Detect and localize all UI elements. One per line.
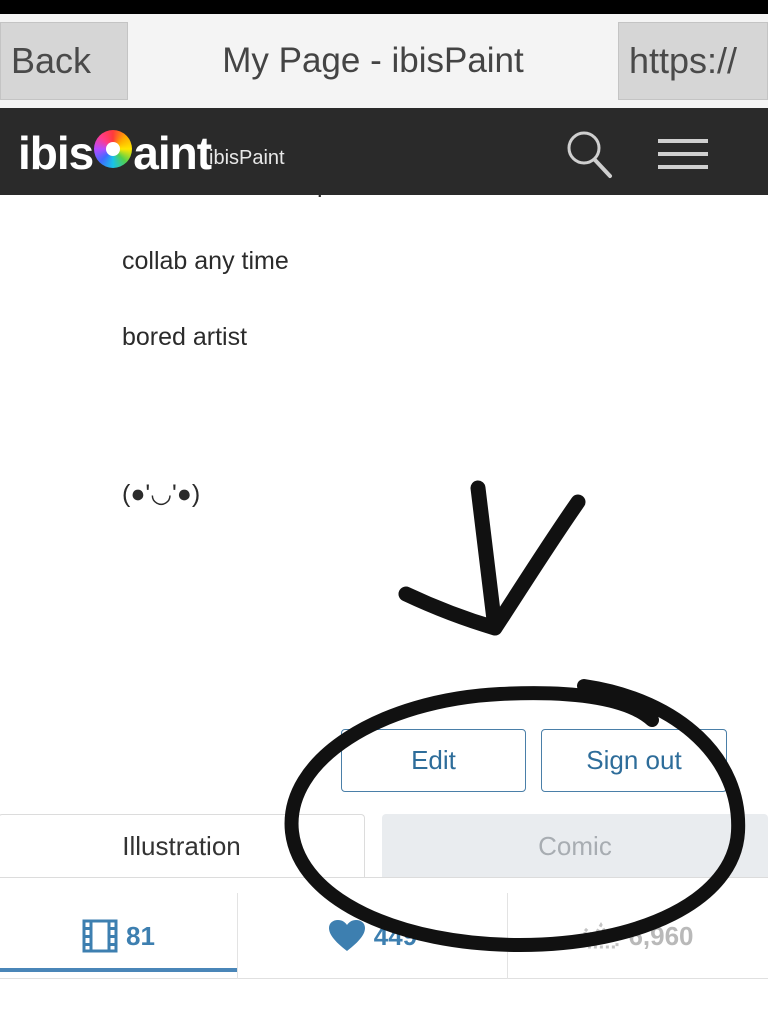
bio-line-face: (●'◡'●) xyxy=(122,480,201,508)
status-bar xyxy=(0,0,768,14)
crown-icon xyxy=(583,922,619,949)
sign-out-button[interactable]: Sign out xyxy=(541,729,727,792)
stat-likes[interactable]: 449 xyxy=(237,893,507,979)
hamburger-menu-icon xyxy=(658,139,708,169)
heart-icon xyxy=(328,920,365,951)
logo-text-right: aint xyxy=(133,127,212,179)
film-icon xyxy=(82,919,118,953)
logo-subtitle: ibisPaint xyxy=(209,147,285,169)
bio-line-bored: bored artist xyxy=(122,323,248,351)
bio-cut-text: ipp xyxy=(317,195,322,204)
tab-illustration[interactable]: Illustration xyxy=(0,814,365,878)
search-icon xyxy=(567,131,612,178)
hand-drawn-arrow xyxy=(398,480,586,636)
menu-button[interactable] xyxy=(656,133,712,175)
tab-comic[interactable]: Comic xyxy=(382,814,768,878)
back-button[interactable]: Back xyxy=(0,22,128,100)
browser-toolbar: Back My Page - ibisPaint https:// xyxy=(0,14,768,108)
likes-count: 449 xyxy=(373,920,418,951)
artworks-count: 81 xyxy=(126,920,155,951)
logo-text-left: ibis xyxy=(18,127,94,179)
ibispaint-logo[interactable]: ibis aint xyxy=(18,126,212,180)
views-count: 6,960 xyxy=(628,920,694,951)
color-wheel-icon xyxy=(94,130,133,168)
bio-line-collab: collab any time xyxy=(122,247,289,275)
bio-cut-line: ipp xyxy=(122,195,322,205)
edit-button[interactable]: Edit xyxy=(341,729,526,792)
profile-stats: 81 449 6,960 xyxy=(0,893,768,979)
stat-views[interactable]: 6,960 xyxy=(507,893,768,979)
active-stat-underline xyxy=(0,968,237,972)
search-button[interactable] xyxy=(564,128,614,180)
tabs-divider xyxy=(0,877,768,878)
stat-artworks[interactable]: 81 xyxy=(0,893,237,979)
url-button[interactable]: https:// xyxy=(618,22,768,100)
page-title: My Page - ibisPaint xyxy=(222,41,524,80)
site-header: ibis aint ibisPaint xyxy=(0,108,768,195)
